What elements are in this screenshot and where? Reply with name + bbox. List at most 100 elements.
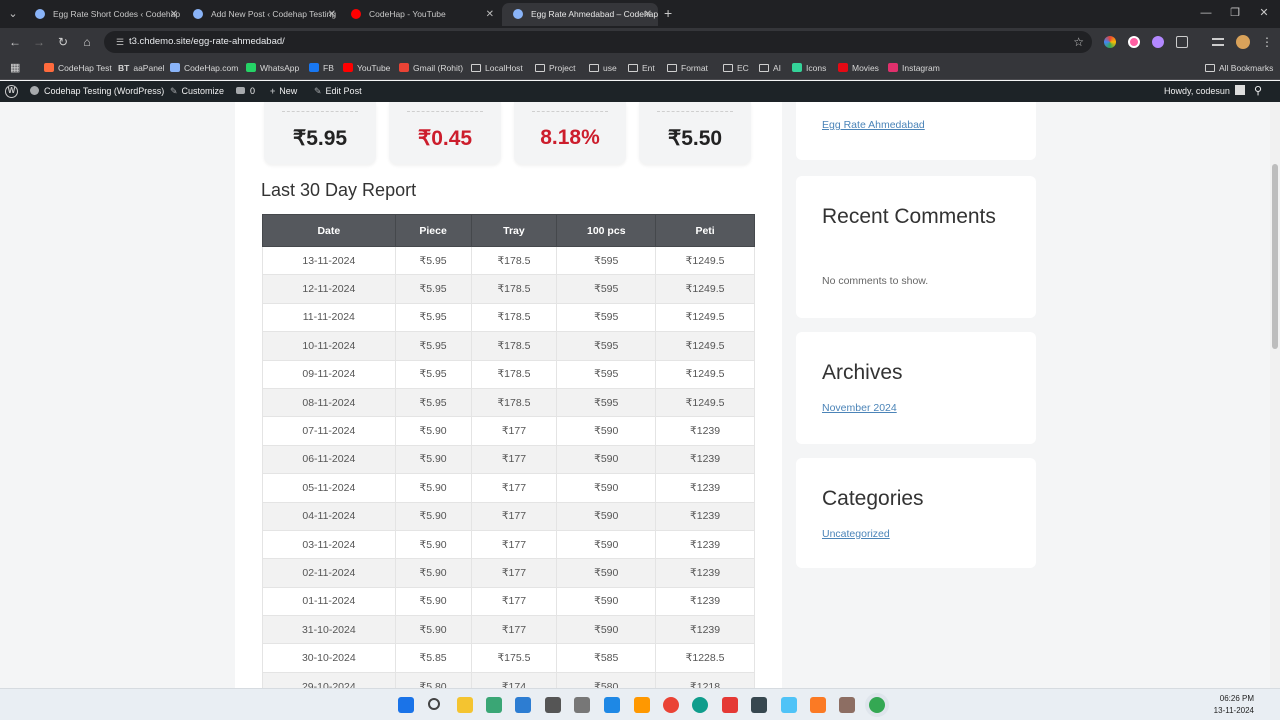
extension-icon[interactable] (1104, 36, 1116, 48)
bookmark-item[interactable]: WhatsApp (246, 56, 299, 80)
start-icon[interactable] (398, 697, 414, 713)
bookmark-favicon-icon (792, 63, 802, 72)
extension-icon[interactable] (1152, 36, 1164, 48)
forward-icon[interactable]: → (30, 33, 48, 51)
admin-customize-link[interactable]: ✎ Customize (170, 81, 224, 102)
table-cell: ₹5.90 (394, 529, 472, 560)
admin-site-link[interactable]: Codehap Testing (WordPress) (30, 81, 164, 102)
close-window-icon[interactable]: ✕ (1250, 4, 1278, 22)
tab-close-icon[interactable]: ✕ (170, 3, 178, 26)
address-bar[interactable]: ☰ t3.chdemo.site/egg-rate-ahmedabad/ ☆ (104, 31, 1092, 53)
app-icon[interactable] (574, 697, 590, 713)
table-cell: ₹178.5 (470, 359, 558, 389)
bookmark-item[interactable]: CodeHap.com (170, 56, 238, 80)
media-icon[interactable] (1212, 38, 1224, 46)
bookmark-star-icon[interactable]: ☆ (1073, 33, 1084, 51)
tab-title: Add New Post ‹ Codehap Testing (211, 9, 337, 19)
apps-grid-icon[interactable]: ▦ (10, 56, 20, 80)
bookmark-favicon-icon (399, 63, 409, 72)
home-icon[interactable]: ⌂ (78, 33, 96, 51)
tab-close-icon[interactable]: ✕ (328, 3, 336, 26)
plus-icon: + (270, 86, 276, 96)
bookmark-item[interactable]: Ent (628, 56, 655, 80)
bookmark-item[interactable]: LocalHost (471, 56, 523, 80)
bookmark-item[interactable]: Movies (838, 56, 879, 80)
profile-avatar[interactable] (1236, 35, 1250, 49)
site-info-icon[interactable]: ☰ (113, 35, 127, 49)
chrome-icon[interactable] (663, 697, 679, 713)
admin-edit-post-link[interactable]: ✎ Edit Post (314, 81, 362, 102)
xampp-icon[interactable] (810, 697, 826, 713)
extensions-puzzle-icon[interactable] (1176, 36, 1188, 48)
admin-search-icon[interactable]: ⚲ (1254, 81, 1262, 102)
bookmark-item[interactable]: AI (759, 56, 781, 80)
minimize-icon[interactable]: — (1192, 4, 1220, 22)
anydesk-icon[interactable] (722, 697, 738, 713)
table-row: 31-10-2024 ₹5.90 ₹177 ₹590 ₹1239 (262, 615, 755, 645)
bookmark-item[interactable]: use (589, 56, 617, 80)
card-divider (282, 111, 358, 112)
back-icon[interactable]: ← (6, 33, 24, 51)
app-icon[interactable] (839, 697, 855, 713)
tab-search-icon[interactable]: ⌄ (4, 5, 22, 23)
tab-close-icon[interactable]: ✕ (644, 3, 652, 26)
search-icon[interactable] (428, 698, 440, 710)
notepad-icon[interactable] (781, 697, 797, 713)
table-row: 13-11-2024 ₹5.95 ₹178.5 ₹595 ₹1249.5 (262, 245, 755, 276)
admin-new-link[interactable]: + New (270, 81, 297, 102)
table-row: 11-11-2024 ₹5.95 ₹178.5 ₹595 ₹1249.5 (262, 302, 755, 333)
table-cell: ₹5.90 (394, 586, 472, 617)
howdy-label: Howdy, codesun (1164, 86, 1230, 96)
bookmark-item[interactable]: Gmail (Rohit) (399, 56, 463, 80)
card-divider (532, 111, 608, 112)
admin-comments-link[interactable]: 0 (236, 81, 255, 102)
bookmark-item[interactable]: Instagram (888, 56, 940, 80)
app-icon[interactable] (751, 697, 767, 713)
table-row: 02-11-2024 ₹5.90 ₹177 ₹590 ₹1239 (262, 558, 755, 588)
vscode-icon[interactable] (604, 697, 620, 713)
wordpress-logo-icon[interactable]: W (5, 85, 18, 98)
bookmark-item[interactable]: Icons (792, 56, 826, 80)
chrome-active-icon[interactable] (869, 697, 885, 713)
all-bookmarks-link[interactable]: All Bookmarks (1205, 56, 1273, 80)
recent-post-link[interactable]: Egg Rate Ahmedabad (822, 119, 925, 131)
new-tab-icon[interactable]: + (664, 4, 672, 22)
table-cell: ₹595 (556, 387, 657, 418)
bookmark-item[interactable]: FB (309, 56, 334, 80)
file-explorer-icon[interactable] (457, 697, 473, 713)
bookmark-item[interactable]: Format (667, 56, 708, 80)
reload-icon[interactable]: ↻ (54, 33, 72, 51)
table-cell: 30-10-2024 (262, 643, 396, 673)
bookmark-item[interactable]: BT aaPanel (118, 56, 165, 80)
admin-account-link[interactable]: Howdy, codesun (1164, 81, 1245, 102)
bookmark-item[interactable]: EC (723, 56, 749, 80)
browser-tab[interactable]: Add New Post ‹ Codehap Testing ✕ (182, 3, 342, 26)
table-cell: ₹1228.5 (655, 643, 755, 673)
browser-tab[interactable]: CodeHap - YouTube ✕ (340, 3, 500, 26)
table-row: 06-11-2024 ₹5.90 ₹177 ₹590 ₹1239 (262, 444, 755, 475)
app-icon[interactable] (486, 697, 502, 713)
bookmark-label: aaPanel (133, 63, 165, 73)
browser-tab[interactable]: Egg Rate Short Codes ‹ Codehap ✕ (24, 3, 184, 26)
app-icon[interactable] (545, 697, 561, 713)
bookmark-label: CodeHap.com (184, 63, 239, 73)
bookmark-item[interactable]: CodeHap Test (44, 56, 112, 80)
tab-close-icon[interactable]: ✕ (486, 3, 494, 26)
bookmark-item[interactable]: YouTube (343, 56, 390, 80)
page-scrollbar[interactable] (1270, 102, 1280, 688)
bookmark-item[interactable]: Project (535, 56, 575, 80)
browser-tab[interactable]: Egg Rate Ahmedabad – Codehap ✕ (502, 3, 658, 26)
url-text[interactable]: t3.chdemo.site/egg-rate-ahmedabad/ (129, 31, 285, 53)
scrollbar-thumb[interactable] (1272, 164, 1278, 349)
browser-menu-icon[interactable]: ⋮ (1258, 33, 1276, 51)
network-icon[interactable] (515, 697, 531, 713)
maximize-icon[interactable]: ❐ (1221, 4, 1249, 22)
table-cell: ₹580 (556, 671, 657, 688)
category-link[interactable]: Uncategorized (822, 528, 890, 540)
sublime-icon[interactable] (634, 697, 650, 713)
system-clock[interactable]: 06:26 PM 13-11-2024 (1214, 693, 1254, 717)
bookmark-favicon-icon (838, 63, 848, 72)
edge-icon[interactable] (692, 697, 708, 713)
archive-link[interactable]: November 2024 (822, 402, 897, 414)
extension-icon[interactable] (1128, 36, 1140, 48)
